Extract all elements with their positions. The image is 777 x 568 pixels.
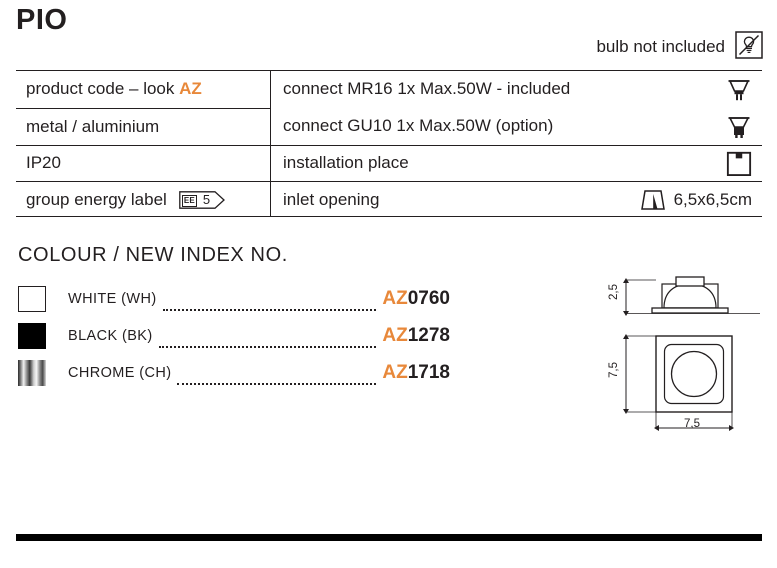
code-number: 1278 bbox=[407, 324, 450, 346]
spec-row-product-code: product code – look AZ bbox=[16, 71, 270, 108]
colour-row-black: BLACK (BK) AZ1278 bbox=[18, 317, 450, 354]
spec-table-right-column: connect MR16 1x Max.50W - included conne… bbox=[271, 71, 762, 216]
spec-row-energy-label-text: group energy label bbox=[26, 190, 167, 210]
colour-name-black: BLACK (BK) bbox=[68, 327, 153, 344]
spec-row-connect-mr16: connect MR16 1x Max.50W - included bbox=[271, 71, 762, 108]
spec-row-material: metal / aluminium bbox=[16, 107, 270, 145]
inlet-opening-dimensions: 6,5x6,5cm bbox=[673, 190, 752, 210]
ceiling-recessed-icon bbox=[726, 152, 752, 177]
bulb-not-included-label: bulb not included bbox=[596, 37, 725, 56]
product-spec-sheet: PIO bulb not included product code – loo… bbox=[0, 0, 777, 568]
colour-code-white: AZ0760 bbox=[382, 288, 450, 310]
dimension-front-height: 7,5 bbox=[608, 362, 620, 378]
product-code-text: product code – look bbox=[26, 79, 180, 99]
code-prefix: AZ bbox=[382, 361, 408, 383]
spec-row-connect-mr16-label: connect MR16 1x Max.50W - included bbox=[283, 79, 571, 99]
energy-label-badge: EE 5 bbox=[178, 191, 225, 209]
colour-list: WHITE (WH) AZ0760 BLACK (BK) AZ1278 CHRO… bbox=[18, 280, 450, 391]
leader-dots bbox=[158, 345, 377, 348]
spec-row-ip-rating-label: IP20 bbox=[26, 153, 61, 173]
technical-drawings: 2,5 7,5 7,5 bbox=[600, 272, 770, 437]
colour-name-chrome: CHROME (CH) bbox=[68, 364, 172, 381]
spec-row-installation-place: installation place bbox=[271, 144, 762, 182]
spec-row-inlet-opening-label: inlet opening bbox=[283, 190, 380, 210]
spec-row-connect-gu10: connect GU10 1x Max.50W (option) bbox=[271, 108, 762, 145]
code-prefix: AZ bbox=[382, 324, 408, 346]
code-prefix: AZ bbox=[382, 287, 408, 309]
leader-dots bbox=[162, 308, 377, 311]
bulb-not-included-icon bbox=[735, 31, 763, 59]
dimension-side-height: 2,5 bbox=[608, 284, 620, 300]
colour-row-white: WHITE (WH) AZ0760 bbox=[18, 280, 450, 317]
drawing-side-view bbox=[623, 276, 760, 316]
spec-table-left-column: product code – look AZ metal / aluminium… bbox=[16, 71, 271, 216]
code-number: 1718 bbox=[407, 361, 450, 383]
spec-row-inlet-opening: inlet opening 6,5x6,5cm bbox=[271, 181, 762, 218]
footer-bar bbox=[16, 534, 762, 541]
spec-row-installation-place-label: installation place bbox=[283, 153, 409, 173]
mr16-bulb-icon bbox=[728, 80, 750, 101]
energy-label-prefix: EE bbox=[181, 194, 197, 207]
energy-label-value: 5 bbox=[202, 192, 211, 208]
dimension-front-width: 7,5 bbox=[684, 418, 700, 430]
swatch-white bbox=[18, 285, 46, 312]
colour-name-white: WHITE (WH) bbox=[68, 290, 157, 307]
spec-table: product code – look AZ metal / aluminium… bbox=[16, 70, 762, 217]
spec-row-connect-gu10-label: connect GU10 1x Max.50W (option) bbox=[283, 116, 554, 136]
spec-row-material-label: metal / aluminium bbox=[26, 116, 160, 136]
colour-row-chrome: CHROME (CH) AZ1718 bbox=[18, 354, 450, 391]
page-title: PIO bbox=[16, 4, 68, 36]
leader-dots bbox=[177, 382, 377, 385]
gu10-bulb-icon bbox=[728, 117, 750, 139]
inlet-opening-icon bbox=[640, 190, 665, 210]
spec-row-energy-label: group energy label EE 5 bbox=[16, 181, 270, 218]
spec-row-product-code-label: product code – look AZ bbox=[26, 79, 202, 99]
product-code-accent: AZ bbox=[179, 79, 202, 99]
swatch-black bbox=[18, 322, 46, 349]
inlet-opening-value-group: 6,5x6,5cm bbox=[640, 189, 752, 211]
code-number: 0760 bbox=[407, 287, 450, 309]
colour-code-chrome: AZ1718 bbox=[382, 362, 450, 384]
spec-row-ip-rating: IP20 bbox=[16, 144, 270, 182]
colour-section-heading: COLOUR / NEW INDEX NO. bbox=[18, 244, 288, 266]
colour-code-black: AZ1278 bbox=[382, 325, 450, 347]
swatch-chrome bbox=[18, 359, 46, 386]
